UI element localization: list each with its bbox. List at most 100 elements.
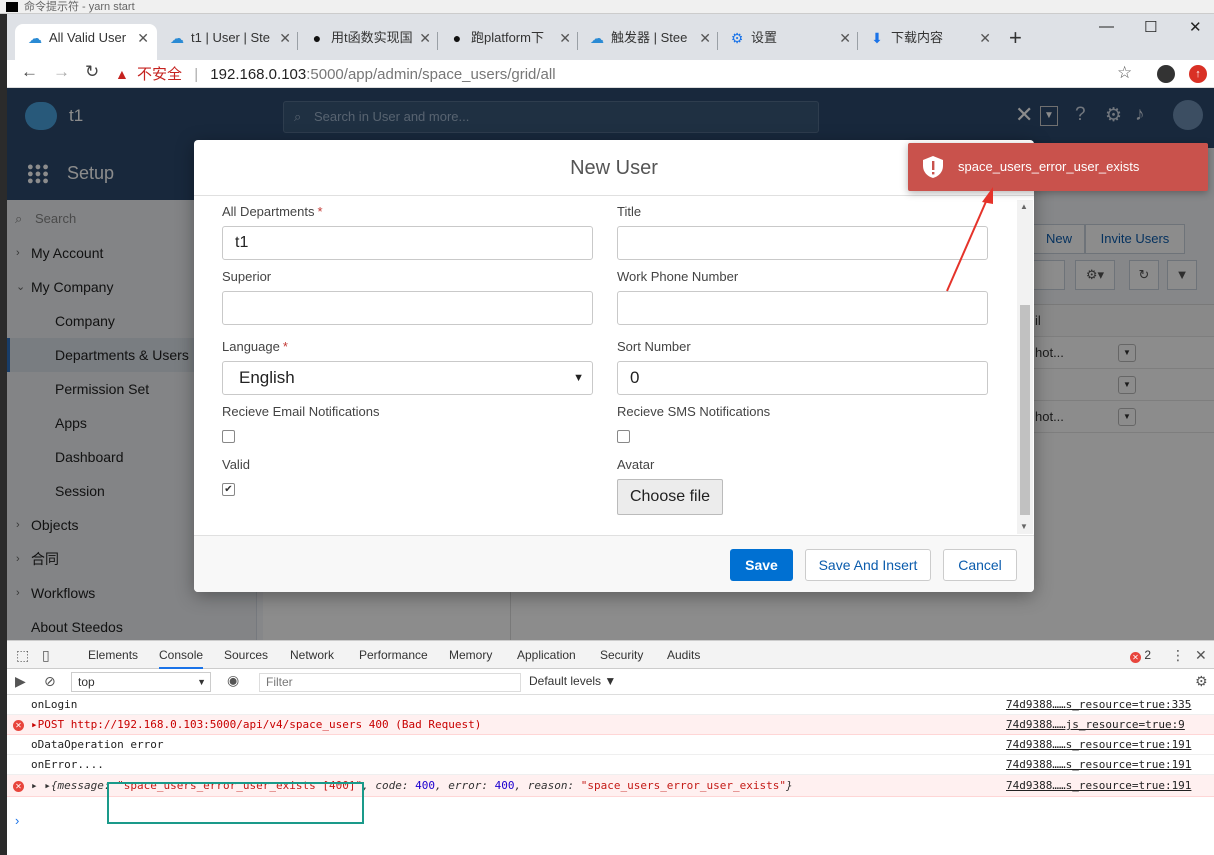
label-text: Language (222, 339, 280, 354)
console-prompt[interactable]: › (15, 813, 19, 828)
inspect-element-icon[interactable]: ⬚ (16, 647, 29, 664)
update-icon[interactable]: ↑ (1189, 65, 1207, 83)
device-toolbar-icon[interactable]: ▯ (42, 647, 50, 664)
title-field[interactable] (617, 226, 988, 260)
object-error-value: 400 (494, 779, 515, 792)
save-and-insert-button[interactable]: Save And Insert (805, 549, 931, 581)
tab-all-valid-users[interactable]: ☁ All Valid User ✕ (15, 24, 157, 60)
sidebar-toggle-icon[interactable]: ▶ (15, 673, 26, 690)
object-prefix: ▸ ▸{message: (31, 779, 118, 792)
close-icon[interactable]: ✕ (699, 24, 711, 52)
console-message[interactable]: ▸POST http://192.168.0.103:5000/api/v4/s… (31, 715, 481, 735)
title-label: Title (617, 204, 642, 219)
tab-github-2[interactable]: ● 跑platform下 ✕ (437, 24, 579, 60)
bookmark-star-icon[interactable]: ☆ (1117, 63, 1132, 83)
language-label: Language * (222, 339, 288, 354)
console-source-link[interactable]: 74d9388……s_resource=true:191 (1006, 755, 1191, 775)
object-key: , error: (435, 779, 495, 792)
tab-github-1[interactable]: ● 用t函数实现国 ✕ (297, 24, 439, 60)
work-phone-field[interactable] (617, 291, 988, 325)
download-icon: ⬇ (871, 30, 883, 46)
scroll-down-icon[interactable]: ▼ (1020, 522, 1028, 531)
scrollbar-thumb[interactable] (1020, 305, 1030, 515)
error-count-badge[interactable]: ✕ 2 (1130, 648, 1151, 663)
devtools-tab-performance[interactable]: Performance (359, 641, 428, 669)
sms-notifications-checkbox[interactable] (617, 430, 630, 443)
window-close-button[interactable]: ✕ (1189, 18, 1202, 36)
sort-number-label: Sort Number (617, 339, 691, 354)
reload-icon[interactable]: ↻ (85, 62, 99, 82)
language-select[interactable]: English ▼ (222, 361, 593, 395)
close-icon[interactable]: ✕ (839, 24, 851, 52)
github-icon: ● (312, 30, 322, 46)
steedos-icon: ☁ (590, 30, 604, 46)
object-key: , code: (362, 779, 416, 792)
tab-label: 设置 (751, 30, 778, 45)
cancel-button[interactable]: Cancel (943, 549, 1017, 581)
console-source-link[interactable]: 74d9388……s_resource=true:191 (1006, 775, 1191, 797)
superior-field[interactable] (222, 291, 593, 325)
close-icon[interactable]: ✕ (979, 24, 991, 52)
tab-t1-user[interactable]: ☁ t1 | User | Ste ✕ (157, 24, 299, 60)
error-toast[interactable]: space_users_error_user_exists (908, 143, 1208, 191)
devtools-tab-memory[interactable]: Memory (449, 641, 492, 669)
all-departments-field[interactable]: t1 (222, 226, 593, 260)
object-suffix: } (786, 779, 793, 792)
tab-triggers[interactable]: ☁ 触发器 | Stee ✕ (577, 24, 719, 60)
tab-downloads[interactable]: ⬇ 下载内容 ✕ (857, 24, 999, 60)
close-icon[interactable]: ✕ (1195, 647, 1207, 664)
devtools-tab-security[interactable]: Security (600, 641, 643, 669)
close-icon[interactable]: ✕ (559, 24, 571, 52)
log-levels-dropdown[interactable]: Default levels ▼ (529, 674, 616, 688)
forward-arrow-icon[interactable]: → (53, 62, 70, 82)
gear-icon: ⚙ (730, 30, 744, 46)
devtools-tab-elements[interactable]: Elements (88, 641, 138, 669)
sms-notifications-label: Recieve SMS Notifications (617, 404, 771, 419)
account-icon[interactable] (1157, 65, 1175, 83)
maximize-button[interactable]: ☐ (1144, 18, 1157, 36)
console-source-link[interactable]: 74d9388……s_resource=true:191 (1006, 735, 1191, 755)
devtools-tab-network[interactable]: Network (290, 641, 334, 669)
scroll-up-icon[interactable]: ▲ (1020, 202, 1028, 211)
error-icon: ✕ (1130, 652, 1141, 663)
devtools-tab-console[interactable]: Console (159, 641, 204, 669)
console-filter-bar: ▶ ⊘ top ▼ ◉ Filter Default levels ▼ ⚙ (7, 669, 1214, 695)
choose-file-button[interactable]: Choose file (617, 479, 723, 515)
devtools-tab-audits[interactable]: Audits (667, 641, 700, 669)
chevron-down-icon: ▼ (197, 677, 206, 687)
close-icon[interactable]: ✕ (279, 24, 291, 52)
gear-icon[interactable]: ⚙ (1195, 673, 1208, 690)
back-arrow-icon[interactable]: ← (21, 62, 38, 82)
checkmark-icon: ✔ (224, 484, 233, 495)
chevron-down-icon: ▼ (573, 372, 584, 384)
close-icon[interactable]: ✕ (137, 24, 149, 52)
sort-number-field[interactable]: 0 (617, 361, 988, 395)
email-notifications-checkbox[interactable] (222, 430, 235, 443)
modal-scrollbar[interactable]: ▲ ▼ (1017, 200, 1033, 534)
error-icon: ✕ (13, 781, 24, 792)
eye-icon[interactable]: ◉ (227, 672, 239, 689)
url-host: 192.168.0.103 (210, 66, 307, 83)
tab-label: 触发器 | Stee (611, 30, 688, 45)
context-value: top (78, 675, 95, 689)
valid-checkbox[interactable]: ✔ (222, 483, 235, 496)
console-source-link[interactable]: 74d9388……s_resource=true:335 (1006, 695, 1191, 715)
error-icon: ✕ (13, 720, 24, 731)
devtools-tab-application[interactable]: Application (517, 641, 576, 669)
devtools-tab-bar: ⬚ ▯ Elements Console Sources Network Per… (7, 641, 1214, 669)
tab-label: 下载内容 (891, 30, 944, 45)
new-tab-button[interactable]: + (1009, 26, 1022, 50)
valid-label: Valid (222, 457, 250, 472)
save-button[interactable]: Save (730, 549, 793, 581)
toast-message: space_users_error_user_exists (958, 159, 1140, 174)
minimize-button[interactable]: — (1099, 18, 1114, 35)
devtools-tab-sources[interactable]: Sources (224, 641, 268, 669)
clear-console-icon[interactable]: ⊘ (44, 673, 56, 690)
context-select[interactable]: top ▼ (71, 672, 211, 692)
tab-settings[interactable]: ⚙ 设置 ✕ (717, 24, 859, 60)
console-source-link[interactable]: 74d9388……js_resource=true:9 (1006, 715, 1185, 735)
console-filter-input[interactable]: Filter (259, 673, 521, 692)
close-icon[interactable]: ✕ (419, 24, 431, 52)
url-field[interactable]: ▲ 不安全 | 192.168.0.103:5000/app/admin/spa… (115, 60, 1165, 88)
more-options-icon[interactable]: ⋮ (1171, 647, 1185, 664)
